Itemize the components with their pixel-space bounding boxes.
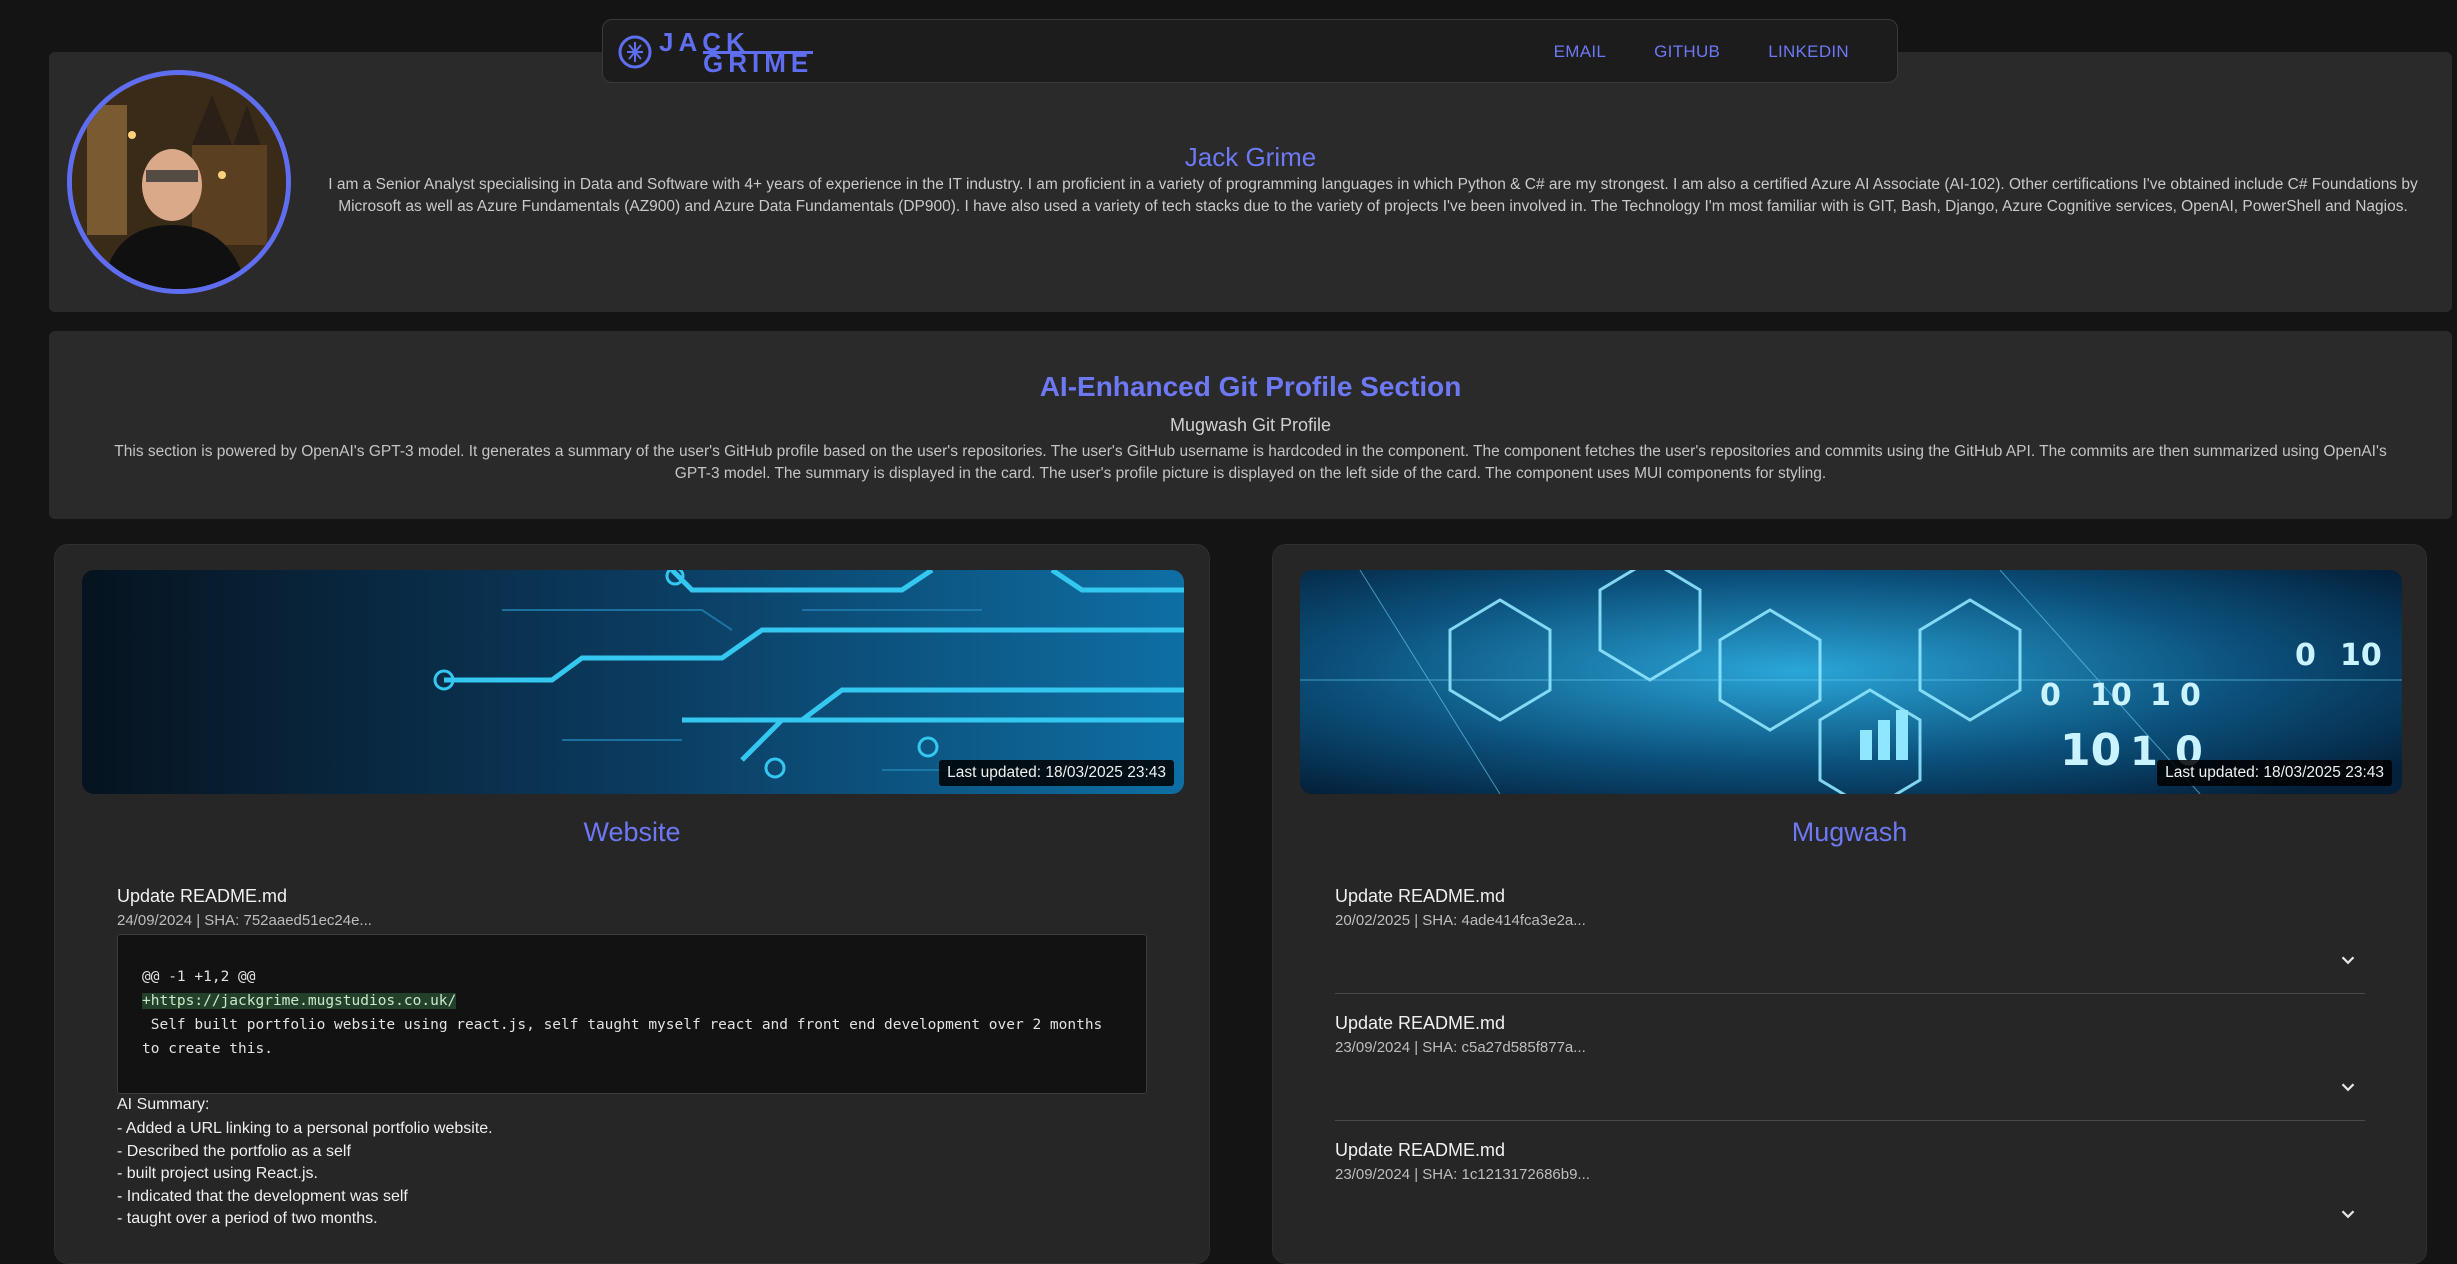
repo-title[interactable]: Mugwash (1273, 817, 2426, 848)
nav-link-linkedin[interactable]: LINKEDIN (1768, 42, 1849, 62)
commit-title: Update README.md (117, 886, 288, 906)
ai-section-subtitle: Mugwash Git Profile (1169, 415, 1332, 435)
ai-summary-item: - Described the portfolio as a self (117, 1142, 351, 1160)
chevron-down-icon[interactable] (2337, 1076, 2359, 1098)
profile-bio: I am a Senior Analyst specialising in Da… (328, 176, 2418, 215)
commit-meta: 20/02/2025 | SHA: 4ade414fca3e2a... (1335, 912, 1586, 929)
svg-text:0: 0 (2040, 678, 2061, 713)
ai-summary-item: - Indicated that the development was sel… (117, 1187, 408, 1205)
svg-text:10: 10 (2090, 678, 2132, 713)
ai-summary-label: AI Summary: (117, 1096, 210, 1113)
divider (1335, 1120, 2365, 1121)
logo-wordmark: JACK GRIME (659, 29, 814, 78)
ai-summary-item: - taught over a period of two months. (117, 1210, 378, 1227)
svg-text:0: 0 (2180, 678, 2201, 713)
ai-section-description: This section is powered by OpenAI's GPT-… (114, 443, 2387, 482)
brain-circuit-icon (618, 35, 652, 69)
svg-text:10: 10 (2060, 725, 2121, 776)
logo-bottom-text: GRIME (703, 47, 814, 78)
divider (1335, 993, 2365, 994)
repo-banner-image: 0 10 1 0 10 1 0 0 10 Last updated: 18/03… (1300, 570, 2402, 794)
commit-title: Update README.md (1335, 1013, 1506, 1033)
ai-section-title: AI-Enhanced Git Profile Section (1039, 371, 1462, 402)
profile-card: Jack Grime I am a Senior Analyst special… (49, 52, 2452, 312)
profile-name: Jack Grime (1184, 142, 1317, 172)
repo-title[interactable]: Website (55, 817, 1209, 848)
last-updated-badge: Last updated: 18/03/2025 23:43 (2157, 760, 2392, 786)
site-logo[interactable]: JACK GRIME (617, 29, 814, 78)
ai-summary-item: - Added a URL linking to a personal port… (117, 1120, 493, 1137)
commit-meta: 24/09/2024 | SHA: 752aaed51ec24e... (117, 912, 372, 929)
chevron-down-icon[interactable] (2337, 949, 2359, 971)
repo-card-website: Last updated: 18/03/2025 23:43 Website U… (54, 544, 1210, 1264)
commit-diff: @@ -1 +1,2 @@ +https://jackgrime.mugstudi… (117, 934, 1147, 1094)
repo-card-mugwash: 0 10 1 0 10 1 0 0 10 Last updated: 18/03… (1272, 544, 2427, 1264)
avatar (67, 70, 291, 294)
svg-text:0: 0 (2295, 638, 2316, 673)
commit-meta: 23/09/2024 | SHA: c5a27d585f877a... (1335, 1039, 1586, 1056)
ai-summary-list: - Added a URL linking to a personal port… (117, 1118, 493, 1231)
nav-links: EMAIL GITHUB LINKEDIN (1554, 20, 1897, 84)
nav-link-email[interactable]: EMAIL (1554, 42, 1607, 62)
diff-added-line: +https://jackgrime.mugstudios.co.uk/ (142, 993, 457, 1009)
diff-hunk-header: @@ -1 +1,2 @@ (142, 969, 256, 985)
chevron-down-icon[interactable] (2337, 1203, 2359, 1225)
commit-meta: 23/09/2024 | SHA: 1c1213172686b9... (1335, 1166, 1590, 1183)
svg-text:10: 10 (2340, 638, 2382, 673)
svg-text:1: 1 (2130, 729, 2158, 775)
ai-summary-item: - built project using React.js. (117, 1165, 318, 1182)
commit-title: Update README.md (1335, 1140, 1506, 1160)
top-navigation-bar: JACK GRIME EMAIL GITHUB LINKEDIN (602, 19, 1898, 83)
commit-title: Update README.md (1335, 886, 1506, 906)
diff-context-line: Self built portfolio website using react… (142, 1017, 1112, 1057)
repo-banner-image: Last updated: 18/03/2025 23:43 (82, 570, 1184, 794)
ai-section-card: AI-Enhanced Git Profile Section Mugwash … (49, 331, 2452, 519)
svg-text:1: 1 (2150, 678, 2171, 713)
last-updated-badge: Last updated: 18/03/2025 23:43 (939, 760, 1174, 786)
nav-link-github[interactable]: GITHUB (1654, 42, 1720, 62)
